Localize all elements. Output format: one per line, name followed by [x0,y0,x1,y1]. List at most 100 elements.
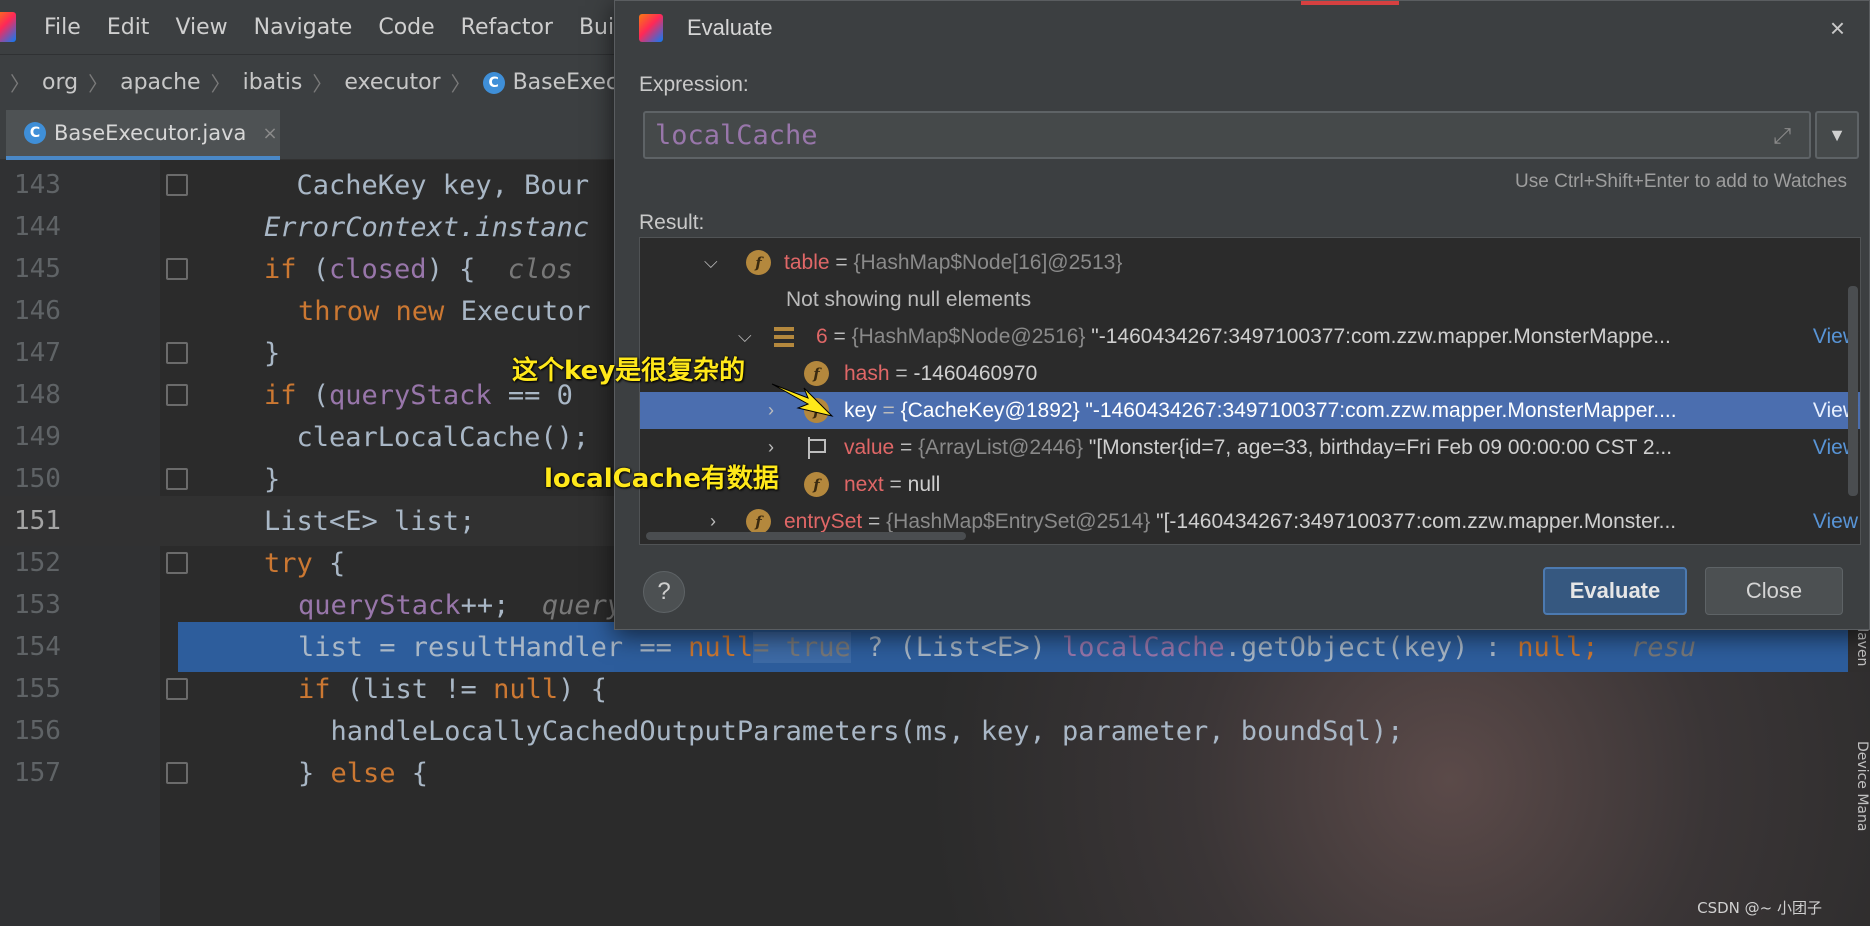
fold-icon[interactable] [166,384,188,406]
arrow-icon [771,383,834,417]
line-number: 152 [14,548,61,578]
result-label: Result: [639,211,705,234]
fold-icon[interactable] [166,342,188,364]
array-element-icon [774,326,794,347]
tree-node-next[interactable]: f next = null [640,466,1860,503]
line-number: 155 [14,674,61,704]
evaluate-button[interactable]: Evaluate [1543,567,1687,615]
line-number: 154 [14,632,61,662]
close-button[interactable]: Close [1705,567,1843,615]
node-text: entrySet = {HashMap$EntrySet@2514} "[-14… [784,509,1677,533]
chevron-right-icon[interactable]: › [768,437,774,458]
line-number: 149 [14,422,61,452]
line-number: 145 [14,254,61,284]
code-text: throw new Executor [298,295,591,327]
breadcrumb-ibatis[interactable]: ibatis [243,70,303,95]
line-number: 151 [14,506,61,536]
line-number: 144 [14,212,61,242]
line-number: 143 [14,170,61,200]
line-number: 156 [14,716,61,746]
node-text: key = {CacheKey@1892} "-1460434267:34971… [844,398,1677,422]
code-text: } [264,337,281,369]
right-tool-strip: Maven Device Mana [1848,620,1870,926]
line-number: 147 [14,338,61,368]
line-number: 150 [14,464,61,494]
code-text: List<E> list; [264,505,476,537]
code-text: if (list != null) { [298,673,607,705]
tree-node-value[interactable]: › value = {ArrayList@2446} "[Monster{id=… [640,429,1860,466]
intellij-logo-icon [639,14,663,42]
close-icon[interactable]: × [1830,13,1845,44]
menu-navigate[interactable]: Navigate [254,15,353,40]
line-number: 148 [14,380,61,410]
menu-refactor[interactable]: Refactor [461,15,553,40]
horizontal-scrollbar[interactable] [646,532,966,540]
annotation-key-note: 这个key是很复杂的 [512,356,746,386]
code-text: clearLocalCache(); [264,421,590,453]
line-number: 146 [14,296,61,326]
field-icon: f [746,509,771,534]
line-number: 157 [14,758,61,788]
breadcrumb-separator-icon: 〉 [210,72,231,96]
fold-icon[interactable] [166,174,188,196]
annotation-cache-note: localCache有数据 [544,464,779,494]
code-text: } [264,463,281,495]
help-button[interactable]: ? [643,571,685,613]
vertical-scrollbar[interactable] [1848,286,1858,496]
node-text: next = null [844,472,941,496]
code-text: CacheKey key, Bour [264,169,590,201]
node-text: table = {HashMap$Node[16]@2513} [784,250,1123,274]
tree-node-6[interactable]: ⌵ 6 = {HashMap$Node@2516} "-1460434267:3… [640,318,1860,355]
code-text: ErrorContext.instanc [264,211,590,243]
breadcrumb-apache[interactable]: apache [120,70,201,95]
code-text: if (closed) { clos [264,253,573,285]
flag-icon [808,436,826,459]
breadcrumb-separator-icon: 〉 [312,72,333,96]
code-text: } else { [298,757,429,789]
dialog-title-bar[interactable]: Evaluate × [615,1,1870,55]
field-icon: f [804,472,829,497]
expression-value: localCache [655,120,818,151]
tool-window-device-manager[interactable]: Device Mana [1854,741,1870,831]
fold-icon[interactable] [166,678,188,700]
breadcrumb-separator-icon: 〉 [88,72,109,96]
chevron-down-icon: ▼ [1828,124,1846,145]
menu-view[interactable]: View [175,15,227,40]
field-icon: f [746,250,771,275]
intellij-logo-icon [0,12,16,42]
fold-icon[interactable] [166,762,188,784]
code-line: 157 } else { [0,748,1870,798]
tab-baseexecutor-java[interactable]: C BaseExecutor.java × [6,110,280,160]
menu-file[interactable]: File [44,15,81,40]
node-text: 6 = {HashMap$Node@2516} "-1460434267:349… [816,324,1671,348]
view-link[interactable]: View [1813,510,1858,534]
expression-label: Expression: [639,73,749,96]
fold-icon[interactable] [166,552,188,574]
class-icon: C [24,122,46,144]
breadcrumb-separator-icon: 〉 [10,72,30,96]
breadcrumb-executor[interactable]: executor [344,70,440,95]
code-text: list = resultHandler == null= true ? (Li… [298,631,1697,663]
fold-icon[interactable] [166,258,188,280]
menu-code[interactable]: Code [378,15,434,40]
code-text: handleLocallyCachedOutputParameters(ms, … [298,715,1404,747]
chevron-right-icon[interactable]: › [710,511,716,532]
node-text: hash = -1460460970 [844,361,1038,385]
breadcrumb-org[interactable]: org [42,70,78,95]
watches-hint: Use Ctrl+Shift+Enter to add to Watches [1515,171,1847,192]
node-text: value = {ArrayList@2446} "[Monster{id=7,… [844,435,1673,459]
class-icon: C [482,71,505,94]
expression-history-dropdown[interactable]: ▼ [1815,111,1859,159]
dialog-title: Evaluate [687,15,773,40]
node-text: Not showing null elements [786,287,1032,311]
menu-edit[interactable]: Edit [107,15,150,40]
tree-node-table[interactable]: ⌵ f table = {HashMap$Node[16]@2513} [640,244,1860,281]
expression-input[interactable]: localCache ⤢ [643,111,1811,159]
chevron-down-icon[interactable]: ⌵ [738,326,752,347]
chevron-down-icon[interactable]: ⌵ [704,252,718,273]
expand-icon[interactable]: ⤢ [1773,123,1791,149]
close-icon[interactable]: × [262,123,277,144]
code-text: try { [264,547,346,579]
fold-icon[interactable] [166,468,188,490]
line-number: 153 [14,590,61,620]
